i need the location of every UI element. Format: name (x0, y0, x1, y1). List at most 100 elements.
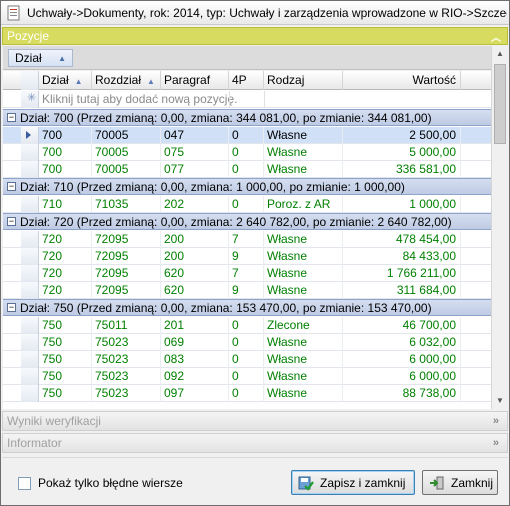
row-selector[interactable] (21, 368, 39, 385)
cell[interactable]: 0 (229, 368, 264, 385)
cell[interactable]: 077 (161, 161, 229, 178)
cell[interactable]: 6 000,00 (343, 368, 461, 385)
cell[interactable]: 201 (161, 317, 229, 334)
cell[interactable]: 097 (161, 385, 229, 402)
cell[interactable]: 720 (39, 282, 92, 299)
cell[interactable]: 620 (161, 282, 229, 299)
cell[interactable]: Własne (264, 248, 343, 265)
group-row[interactable]: − Dział: 750 (Przed zmianą: 0,00, zmiana:… (3, 299, 491, 316)
table-row[interactable]: 700 70005 047 0 Własne 2 500,00 (3, 127, 491, 144)
pozycje-panel-header[interactable]: Pozycje ︿ (2, 27, 508, 45)
cell[interactable]: 5 000,00 (343, 144, 461, 161)
cell[interactable]: Własne (264, 231, 343, 248)
column-header-paragraf[interactable]: Paragraf (161, 71, 229, 90)
cell[interactable]: 88 738,00 (343, 385, 461, 402)
column-header-4p[interactable]: 4P (229, 71, 264, 90)
close-button[interactable]: Zamknij (422, 470, 498, 495)
cell[interactable]: 478 454,00 (343, 231, 461, 248)
cell[interactable]: 0 (229, 351, 264, 368)
cell[interactable]: Zlecone (264, 317, 343, 334)
table-row[interactable]: 720 72095 620 7 Własne 1 766 211,00 (3, 265, 491, 282)
collapse-icon[interactable]: − (7, 303, 16, 312)
cell[interactable]: Własne (264, 282, 343, 299)
table-row[interactable]: 750 75023 083 0 Własne 6 000,00 (3, 351, 491, 368)
cell[interactable]: 620 (161, 265, 229, 282)
cell[interactable]: 71035 (92, 196, 161, 213)
show-errors-label[interactable]: Pokaż tylko błędne wiersze (38, 476, 183, 490)
row-selector[interactable] (21, 265, 39, 282)
table-row[interactable]: 720 72095 200 7 Własne 478 454,00 (3, 231, 491, 248)
cell[interactable]: 047 (161, 127, 229, 144)
table-row[interactable]: 750 75023 092 0 Własne 6 000,00 (3, 368, 491, 385)
cell[interactable]: Własne (264, 334, 343, 351)
save-and-close-button[interactable]: Zapisz i zamknij (291, 470, 415, 495)
row-selector[interactable] (21, 127, 39, 144)
wyniki-weryfikacji-header[interactable]: Wyniki weryfikacji » (2, 411, 508, 431)
cell[interactable]: 750 (39, 368, 92, 385)
cell[interactable]: Własne (264, 144, 343, 161)
cell[interactable]: 710 (39, 196, 92, 213)
row-selector[interactable] (21, 282, 39, 299)
cell[interactable]: 720 (39, 248, 92, 265)
row-selector[interactable] (21, 161, 39, 178)
cell[interactable]: 1 000,00 (343, 196, 461, 213)
row-selector[interactable] (21, 351, 39, 368)
chevron-down-icon[interactable]: » (493, 412, 499, 430)
column-header-wartosc[interactable]: Wartość (343, 71, 461, 90)
cell[interactable]: 720 (39, 265, 92, 282)
cell[interactable]: 700 (39, 144, 92, 161)
cell[interactable]: 0 (229, 144, 264, 161)
cell[interactable]: 200 (161, 231, 229, 248)
cell[interactable]: 202 (161, 196, 229, 213)
cell[interactable]: 0 (229, 334, 264, 351)
cell[interactable]: 750 (39, 317, 92, 334)
collapse-icon[interactable]: − (7, 217, 16, 226)
cell[interactable]: 2 500,00 (343, 127, 461, 144)
cell[interactable]: 70005 (92, 161, 161, 178)
scroll-up-icon[interactable]: ▲ (492, 46, 508, 62)
table-row[interactable]: 710 71035 202 0 Poroz. z AR 1 000,00 (3, 196, 491, 213)
table-row[interactable]: 700 70005 075 0 Własne 5 000,00 (3, 144, 491, 161)
cell[interactable]: 0 (229, 161, 264, 178)
column-header-rodzaj[interactable]: Rodzaj (264, 71, 343, 90)
cell[interactable]: 700 (39, 161, 92, 178)
cell[interactable]: 6 000,00 (343, 351, 461, 368)
cell[interactable]: Własne (264, 385, 343, 402)
group-row[interactable]: − Dział: 700 (Przed zmianą: 0,00, zmiana:… (3, 109, 491, 126)
cell[interactable]: 700 (39, 127, 92, 144)
row-selector[interactable] (21, 317, 39, 334)
cell[interactable]: 0 (229, 196, 264, 213)
new-row[interactable]: ✳ Kliknij tutaj aby dodać nową pozycję. (3, 91, 491, 108)
chevron-up-icon[interactable]: ︿ (491, 29, 501, 44)
cell[interactable]: 7 (229, 231, 264, 248)
cell[interactable]: 750 (39, 334, 92, 351)
cell[interactable]: 750 (39, 351, 92, 368)
scroll-thumb[interactable] (494, 64, 506, 144)
cell[interactable]: 84 433,00 (343, 248, 461, 265)
collapse-icon[interactable]: − (7, 182, 16, 191)
cell[interactable]: Własne (264, 161, 343, 178)
cell[interactable]: 311 684,00 (343, 282, 461, 299)
row-selector[interactable] (21, 248, 39, 265)
cell[interactable]: 72095 (92, 282, 161, 299)
chevron-down-icon[interactable]: » (493, 434, 499, 452)
cell[interactable]: 9 (229, 282, 264, 299)
table-row[interactable]: 720 72095 200 9 Własne 84 433,00 (3, 248, 491, 265)
cell[interactable]: 750 (39, 385, 92, 402)
cell[interactable]: 75023 (92, 351, 161, 368)
cell[interactable]: 9 (229, 248, 264, 265)
informator-header[interactable]: Informator » (2, 433, 508, 453)
row-selector[interactable] (21, 144, 39, 161)
cell[interactable]: 75023 (92, 334, 161, 351)
cell[interactable]: 092 (161, 368, 229, 385)
cell[interactable]: 72095 (92, 248, 161, 265)
collapse-icon[interactable]: − (7, 113, 16, 122)
row-selector[interactable] (21, 196, 39, 213)
group-row[interactable]: − Dział: 710 (Przed zmianą: 0,00, zmiana:… (3, 178, 491, 195)
row-selector[interactable] (21, 334, 39, 351)
cell[interactable]: 75023 (92, 368, 161, 385)
cell[interactable]: 0 (229, 317, 264, 334)
cell[interactable]: 083 (161, 351, 229, 368)
cell[interactable]: 72095 (92, 265, 161, 282)
group-row[interactable]: − Dział: 720 (Przed zmianą: 0,00, zmiana:… (3, 213, 491, 230)
